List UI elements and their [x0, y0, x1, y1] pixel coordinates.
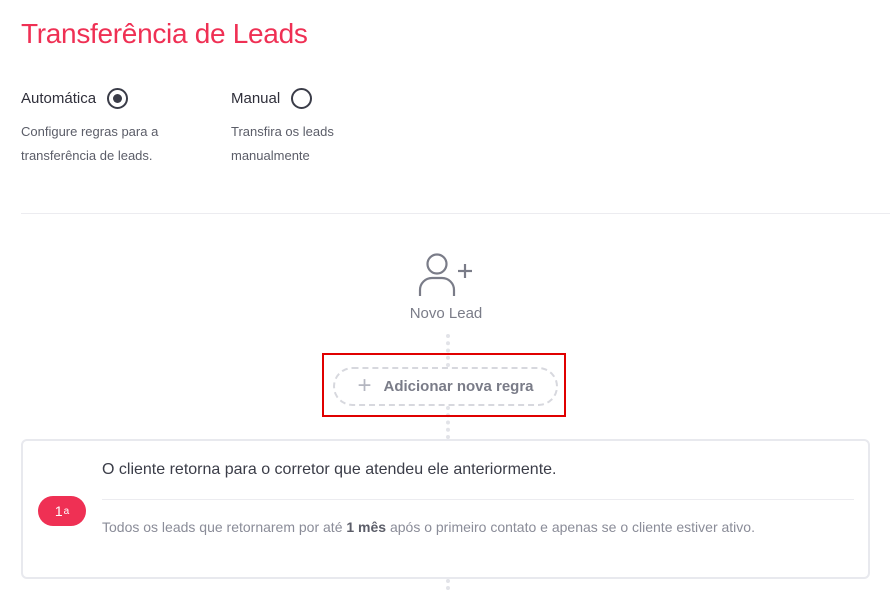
automatic-radio[interactable] — [107, 87, 129, 109]
rule-order-badge: 1a — [38, 496, 86, 526]
manual-description: Transfira os leads manualmente — [231, 124, 334, 163]
user-plus-icon — [418, 253, 472, 296]
radio-selected-dot — [113, 93, 123, 103]
automatic-description: Configure regras para a transferência de… — [21, 124, 159, 163]
page-title: Transferência de Leads — [21, 18, 308, 49]
rule-title: O cliente retorna para o corretor que at… — [102, 461, 557, 478]
rule-desc-after: após o primeiro contato e apenas se o cl… — [386, 519, 755, 535]
manual-radio[interactable] — [291, 87, 313, 109]
rule-desc-highlight: 1 mês — [346, 519, 387, 535]
rule-desc-before: Todos os leads que retornarem por até — [102, 519, 347, 535]
section-divider — [21, 213, 890, 214]
automatic-option[interactable]: Automática Configure regras para a trans… — [21, 86, 181, 168]
add-rule-button[interactable]: + Adicionar nova regra — [333, 367, 558, 406]
automatic-label: Automática — [21, 89, 97, 107]
new-lead-label: Novo Lead — [409, 305, 483, 322]
add-rule-label: Adicionar nova regra — [383, 378, 534, 395]
plus-icon: + — [357, 371, 372, 399]
rule-description: Todos os leads que retornarem por até 1 … — [102, 514, 822, 540]
flow-connector — [446, 579, 450, 590]
rule-card[interactable]: 1a O cliente retorna para o corretor que… — [21, 439, 870, 579]
rule-divider — [102, 499, 854, 500]
rule-order-suffix: a — [63, 505, 70, 517]
rule-order-number: 1 — [54, 503, 63, 519]
manual-option[interactable]: Manual Transfira os leads manualmente — [231, 86, 361, 168]
manual-label: Manual — [231, 89, 281, 107]
